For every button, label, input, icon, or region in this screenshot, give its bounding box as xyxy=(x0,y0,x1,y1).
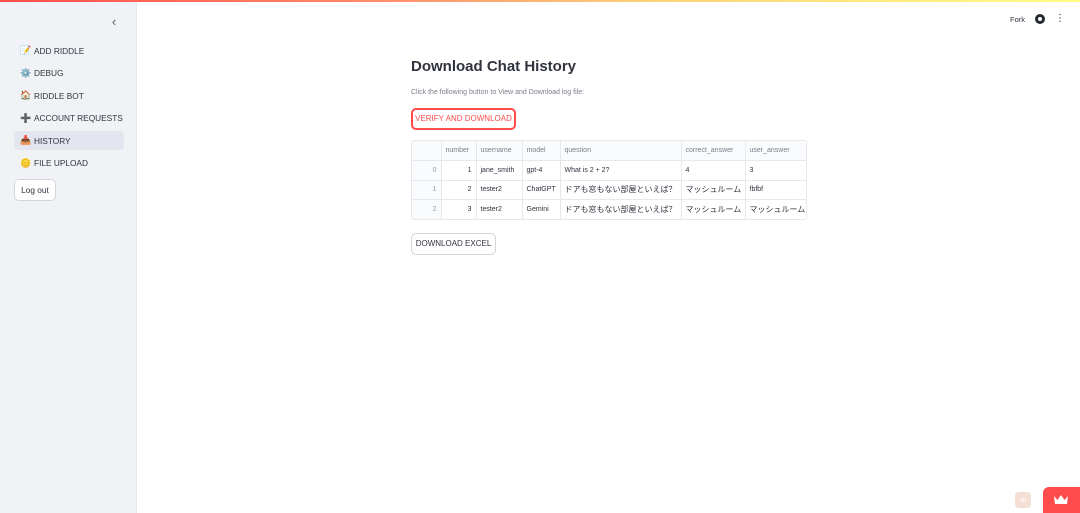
cell-user-answer[interactable]: 3 xyxy=(745,160,806,181)
cell-number[interactable]: 2 xyxy=(441,180,477,200)
stamp-icon: 📥 xyxy=(20,135,32,145)
top-decoration-bar xyxy=(0,0,1080,2)
cell-correct-answer[interactable]: マッシュルーム xyxy=(681,180,746,200)
verify-and-download-button[interactable]: VERIFY AND DOWNLOAD xyxy=(411,108,516,130)
sidebar-item-history[interactable]: 📥 HISTORY xyxy=(14,131,124,150)
header-toolbar: Fork ⋮ xyxy=(1010,14,1065,24)
cell-model[interactable]: ChatGPT xyxy=(522,180,561,200)
download-excel-button[interactable]: DOWNLOAD EXCEL xyxy=(411,233,496,255)
github-icon[interactable] xyxy=(1035,14,1045,24)
table-row: 2 3 tester2 Gemini ドアも窓もない部屋といえば？ マッシュルー… xyxy=(412,199,806,220)
sidebar-item-file-upload[interactable]: 🪙 FILE UPLOAD xyxy=(14,154,124,173)
sidebar-item-riddle-bot[interactable]: 🏠 RIDDLE BOT xyxy=(14,86,124,105)
kebab-menu-icon[interactable]: ⋮ xyxy=(1055,14,1065,24)
row-index: 0 xyxy=(412,160,442,181)
cell-number[interactable]: 1 xyxy=(441,160,477,181)
coin-icon: 🪙 xyxy=(20,157,32,168)
sidebar: ‹ 📝 ADD RIDDLE ⚙️ DEBUG 🏠 RIDDLE BOT ➕ A… xyxy=(0,0,137,513)
page-caption: Click the following button to View and D… xyxy=(411,89,585,96)
table-row: 0 1 jane_smith gpt-4 What is 2 + 2? 4 3 xyxy=(412,160,806,181)
cell-model[interactable]: gpt-4 xyxy=(522,160,561,181)
cell-username[interactable]: jane_smith xyxy=(476,160,523,181)
cell-number[interactable]: 3 xyxy=(441,199,477,219)
crown-icon xyxy=(1054,495,1068,504)
logout-button[interactable]: Log out xyxy=(14,179,56,201)
fork-button[interactable]: Fork xyxy=(1010,15,1025,24)
table-row: 1 2 tester2 ChatGPT ドアも窓もない部屋といえば？ マッシュル… xyxy=(412,180,806,200)
sidebar-nav: 📝 ADD RIDDLE ⚙️ DEBUG 🏠 RIDDLE BOT ➕ ACC… xyxy=(14,41,124,176)
cell-question[interactable]: What is 2 + 2? xyxy=(560,160,682,181)
table-header-row: number username model question correct_a… xyxy=(412,141,806,161)
cell-question[interactable]: ドアも窓もない部屋といえば？ xyxy=(560,180,682,200)
chevron-left-icon[interactable]: ‹ xyxy=(106,14,122,30)
sidebar-item-label: ADD RIDDLE xyxy=(34,45,85,56)
plus-icon: ➕ xyxy=(20,112,32,123)
column-header-user-answer[interactable]: user_answer xyxy=(745,141,806,161)
sidebar-item-label: DEBUG xyxy=(34,68,64,78)
column-header-number[interactable]: number xyxy=(441,141,477,161)
cell-model[interactable]: Gemini xyxy=(522,199,561,219)
sidebar-item-label: FILE UPLOAD xyxy=(34,158,88,168)
cell-username[interactable]: tester2 xyxy=(476,180,523,200)
streamlit-badge[interactable] xyxy=(1043,487,1080,513)
sidebar-item-account-requests[interactable]: ➕ ACCOUNT REQUESTS xyxy=(14,109,124,128)
cell-username[interactable]: tester2 xyxy=(476,199,523,219)
gear-icon: ⚙️ xyxy=(20,67,32,78)
column-header-correct-answer[interactable]: correct_answer xyxy=(681,141,746,161)
house-icon: 🏠 xyxy=(20,90,32,100)
sidebar-item-label: HISTORY xyxy=(34,135,71,146)
sidebar-item-add-riddle[interactable]: 📝 ADD RIDDLE xyxy=(14,41,124,60)
column-header-model[interactable]: model xyxy=(522,141,561,161)
cell-question[interactable]: ドアも窓もない部屋といえば？ xyxy=(560,199,682,219)
column-header-question[interactable]: question xyxy=(560,141,682,161)
sidebar-item-label: RIDDLE BOT xyxy=(34,90,84,101)
row-index: 1 xyxy=(412,180,442,200)
cell-user-answer[interactable]: fbfbf xyxy=(745,180,806,200)
page-title: Download Chat History xyxy=(411,58,577,75)
manage-app-icon[interactable]: + xyxy=(1015,492,1031,508)
row-index: 2 xyxy=(412,199,442,219)
column-header-index xyxy=(412,141,442,161)
history-table: number username model question correct_a… xyxy=(411,140,807,220)
cell-user-answer[interactable]: マッシュルーム xyxy=(745,200,806,220)
column-header-username[interactable]: username xyxy=(476,141,523,161)
cell-correct-answer[interactable]: マッシュルーム xyxy=(681,199,746,219)
cell-correct-answer[interactable]: 4 xyxy=(681,160,746,181)
memo-icon: 📝 xyxy=(20,45,32,55)
sidebar-item-debug[interactable]: ⚙️ DEBUG xyxy=(14,64,124,83)
sidebar-item-label: ACCOUNT REQUESTS xyxy=(34,113,123,123)
